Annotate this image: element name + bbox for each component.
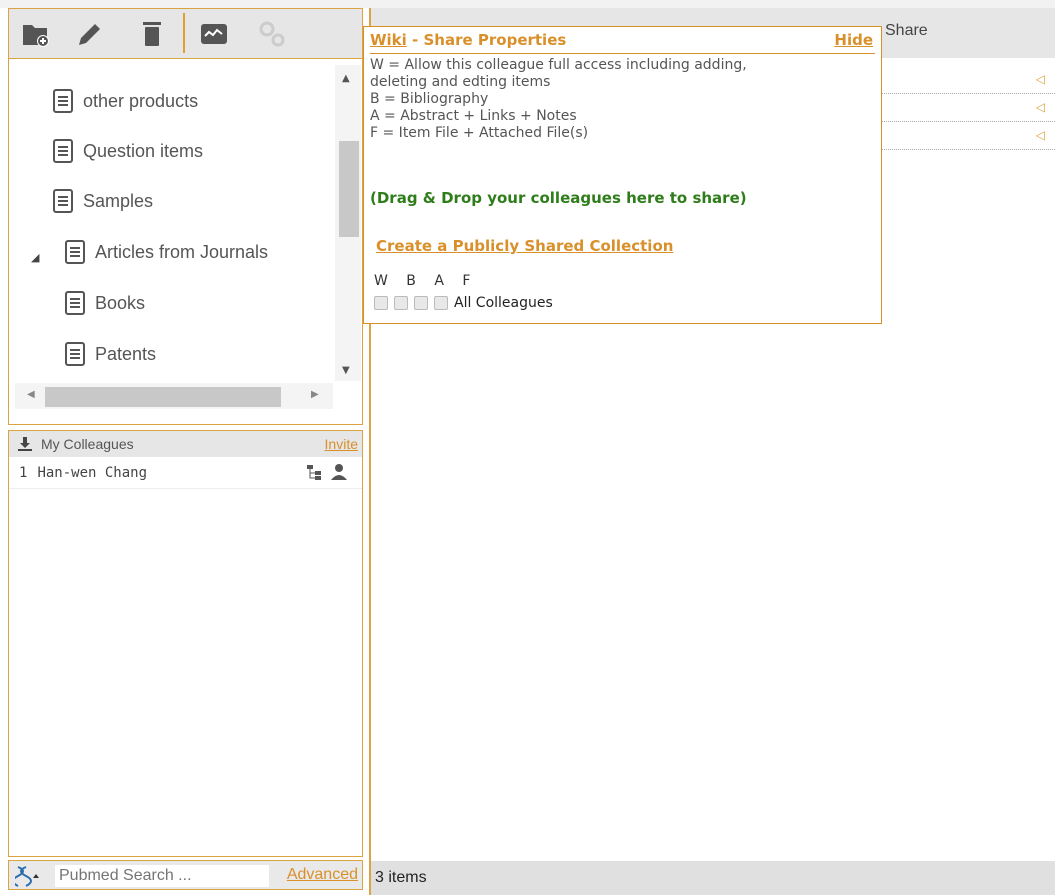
toolbar-divider — [183, 13, 185, 53]
hierarchy-icon[interactable] — [306, 463, 324, 481]
checkbox-w[interactable] — [374, 296, 388, 310]
tree-item-label: Articles from Journals — [95, 241, 269, 262]
col-a-label: A — [434, 273, 445, 289]
document-icon — [65, 342, 85, 366]
dna-search-source-icon[interactable] — [15, 865, 43, 887]
legend-line: A = Abstract + Links + Notes — [370, 108, 577, 124]
colleague-index: 1 — [19, 464, 28, 481]
tree-item-label: Question items — [83, 140, 204, 161]
share-arrow-icon[interactable]: ◁ — [1036, 72, 1045, 86]
settings-gear-icon[interactable] — [257, 19, 287, 49]
user-icon[interactable] — [330, 463, 348, 481]
tree-item-label: Patents — [95, 343, 157, 364]
rename-pencil-icon[interactable] — [75, 19, 105, 49]
share-column-header[interactable]: Share — [885, 22, 928, 40]
scroll-right-arrow-icon[interactable]: ▶ — [311, 389, 319, 400]
colleague-row[interactable]: 1 Han-wen Chang — [9, 457, 362, 489]
tree-item-label: Books — [95, 292, 146, 313]
collapse-triangle-icon[interactable]: ◢ — [31, 251, 39, 264]
col-f-label: F — [462, 273, 472, 289]
permission-column-headers: W B A F — [374, 273, 471, 289]
scroll-thumb[interactable] — [45, 387, 281, 407]
create-public-collection-link[interactable]: Create a Publicly Shared Collection — [376, 237, 673, 255]
checkbox-f[interactable] — [434, 296, 448, 310]
legend-line: B = Bibliography — [370, 91, 489, 107]
pubmed-search-input[interactable] — [55, 865, 269, 887]
document-icon — [65, 240, 85, 264]
colleagues-title: My Colleagues — [41, 436, 134, 452]
popup-title: Wiki - Share Properties — [370, 31, 566, 49]
legend-line: deleting and edting items — [370, 74, 551, 90]
tree-item-question-items[interactable]: Question items — [53, 136, 203, 166]
document-icon — [65, 291, 85, 315]
tree-item-label: other products — [83, 90, 199, 111]
popup-title-text: - Share Properties — [406, 31, 567, 49]
library-toolbar — [8, 8, 363, 58]
all-colleagues-permissions: All Colleagues — [374, 295, 553, 311]
permission-legend: W = Allow this colleague full access inc… — [370, 57, 747, 142]
document-icon — [53, 139, 73, 163]
colleagues-panel: My Colleagues Invite 1 Han-wen Chang — [8, 430, 363, 857]
status-bar: 3 items — [371, 861, 1055, 895]
shared-folder-icon[interactable] — [199, 19, 229, 49]
all-colleagues-label: All Colleagues — [454, 295, 553, 311]
tree-item-other-products[interactable]: other products — [53, 86, 198, 116]
tree-horizontal-scrollbar[interactable]: ◀ ▶ — [15, 383, 333, 409]
tree-item-label: Samples — [83, 190, 154, 211]
download-arrow-icon[interactable] — [17, 436, 33, 452]
pubmed-search-bar: Advanced — [8, 860, 363, 890]
document-icon — [53, 89, 73, 113]
share-arrow-icon[interactable]: ◁ — [1036, 128, 1045, 142]
tree-item-patents[interactable]: Patents — [65, 339, 156, 369]
advanced-search-link[interactable]: Advanced — [287, 866, 358, 884]
tree-item-books[interactable]: Books — [65, 288, 145, 318]
document-icon — [53, 189, 73, 213]
colleagues-header: My Colleagues Invite — [9, 431, 362, 457]
checkbox-a[interactable] — [414, 296, 428, 310]
checkbox-b[interactable] — [394, 296, 408, 310]
wiki-link[interactable]: Wiki — [370, 31, 407, 49]
share-arrow-icon[interactable]: ◁ — [1036, 100, 1045, 114]
hide-link[interactable]: Hide — [834, 31, 873, 49]
tree-item-samples[interactable]: Samples — [53, 186, 153, 216]
legend-line: F = Item File + Attached File(s) — [370, 125, 589, 141]
tree-vertical-scrollbar[interactable]: ▲ ▼ — [335, 65, 361, 381]
col-w-label: W — [374, 273, 389, 289]
collection-tree: other products Question items ◢ Samples … — [8, 58, 363, 425]
popup-divider — [370, 53, 875, 54]
scroll-down-arrow-icon[interactable]: ▼ — [342, 365, 350, 376]
scroll-left-arrow-icon[interactable]: ◀ — [27, 389, 35, 400]
window-top-strip — [0, 0, 1055, 8]
share-properties-popup: Wiki - Share Properties Hide W = Allow t… — [363, 26, 882, 324]
legend-line: W = Allow this colleague full access inc… — [370, 57, 747, 73]
delete-trash-icon[interactable] — [137, 19, 167, 49]
colleague-name: Han-wen Chang — [37, 464, 148, 481]
tree-item-articles-from-journals[interactable]: Articles from Journals — [65, 237, 268, 267]
scroll-thumb[interactable] — [339, 141, 359, 237]
col-b-label: B — [406, 273, 417, 289]
drag-drop-hint: (Drag & Drop your colleagues here to sha… — [370, 189, 747, 207]
new-folder-icon[interactable] — [21, 19, 51, 49]
scroll-up-arrow-icon[interactable]: ▲ — [342, 73, 350, 84]
invite-link[interactable]: Invite — [325, 436, 358, 452]
